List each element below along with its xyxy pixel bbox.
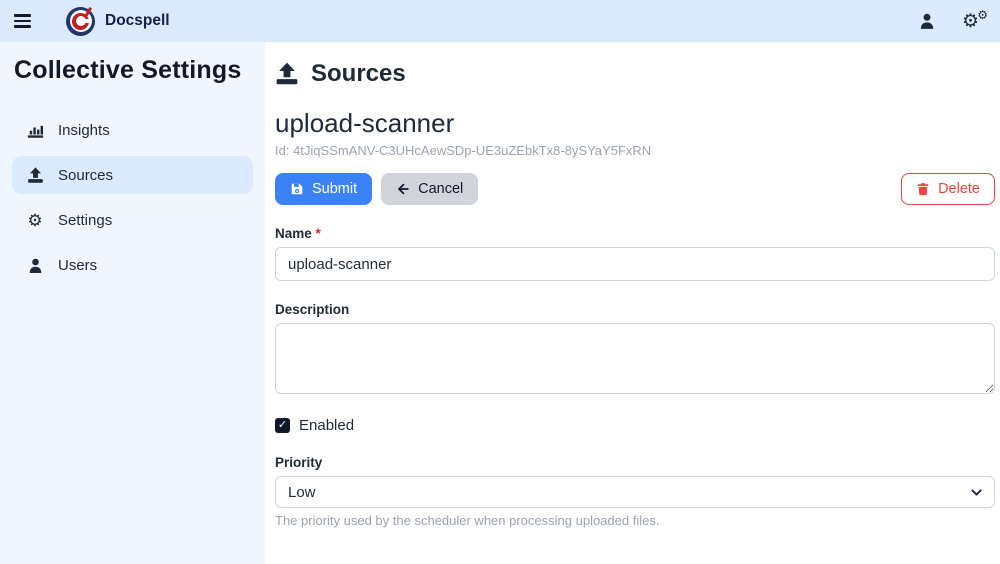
enabled-row: ✓ Enabled xyxy=(275,417,995,434)
cancel-button[interactable]: Cancel xyxy=(381,173,478,205)
delete-label: Delete xyxy=(938,181,980,197)
page-title-label: Sources xyxy=(311,60,406,88)
brand[interactable]: Docspell xyxy=(66,7,170,36)
description-textarea[interactable] xyxy=(275,323,995,394)
sidebar-item-sources[interactable]: Sources xyxy=(12,156,253,194)
priority-help: The priority used by the scheduler when … xyxy=(275,513,995,528)
priority-value: Low xyxy=(288,484,316,501)
delete-button[interactable]: Delete xyxy=(901,173,995,205)
priority-label: Priority xyxy=(275,455,995,470)
sidebar-item-users[interactable]: Users xyxy=(12,246,253,284)
name-label: Name * xyxy=(275,226,995,241)
button-row: Submit Cancel Delete xyxy=(275,173,995,205)
sidebar-item-label: Users xyxy=(58,257,97,274)
sidebar-item-label: Sources xyxy=(58,167,113,184)
navbar-right: ⚙ ⚙ xyxy=(918,12,986,31)
sidebar-item-label: Insights xyxy=(58,122,110,139)
sidebar-item-label: Settings xyxy=(58,212,112,229)
upload-icon xyxy=(26,166,44,184)
submit-button[interactable]: Submit xyxy=(275,173,372,205)
trash-icon xyxy=(916,182,930,196)
hamburger-menu-icon[interactable] xyxy=(14,8,40,34)
gear-glyph: ⚙ xyxy=(27,212,42,229)
sidebar: Collective Settings Insights xyxy=(0,42,265,564)
description-label: Description xyxy=(275,302,995,317)
check-icon: ✓ xyxy=(278,420,287,431)
app-window: Docspell ⚙ ⚙ Collective Settings xyxy=(0,0,1000,564)
settings-cogs-icon[interactable]: ⚙ ⚙ xyxy=(962,12,986,31)
required-marker: * xyxy=(316,226,321,241)
save-icon xyxy=(290,182,304,196)
top-navbar: Docspell ⚙ ⚙ xyxy=(0,0,1000,42)
source-name: upload-scanner xyxy=(275,108,995,139)
cancel-label: Cancel xyxy=(418,181,463,197)
arrow-left-icon xyxy=(396,182,410,196)
source-id: Id: 4tJiqSSmANV-C3UHcAewSDp-UE3uZEbkTx8-… xyxy=(275,143,995,158)
name-label-text: Name xyxy=(275,226,312,241)
main-content: Sources upload-scanner Id: 4tJiqSSmANV-C… xyxy=(265,42,1000,564)
sidebar-item-settings[interactable]: ⚙ Settings xyxy=(12,201,253,239)
upload-icon xyxy=(275,62,299,86)
sidebar-item-insights[interactable]: Insights xyxy=(12,111,253,149)
user-account-icon[interactable] xyxy=(918,12,936,30)
name-input[interactable] xyxy=(275,247,995,281)
user-icon xyxy=(26,256,44,274)
sidebar-title: Collective Settings xyxy=(14,56,251,85)
docspell-logo-icon xyxy=(66,7,95,36)
page-shell: Collective Settings Insights xyxy=(0,42,1000,564)
enabled-label: Enabled xyxy=(299,417,354,434)
chart-bar-icon xyxy=(26,121,44,139)
gear-icon: ⚙ xyxy=(26,211,44,229)
submit-label: Submit xyxy=(312,181,357,197)
small-gear-glyph: ⚙ xyxy=(977,9,988,21)
priority-select[interactable]: Low xyxy=(275,476,995,508)
page-title: Sources xyxy=(275,60,995,88)
brand-name: Docspell xyxy=(105,12,170,30)
chevron-down-icon xyxy=(970,486,983,499)
enabled-checkbox[interactable]: ✓ xyxy=(275,418,290,433)
